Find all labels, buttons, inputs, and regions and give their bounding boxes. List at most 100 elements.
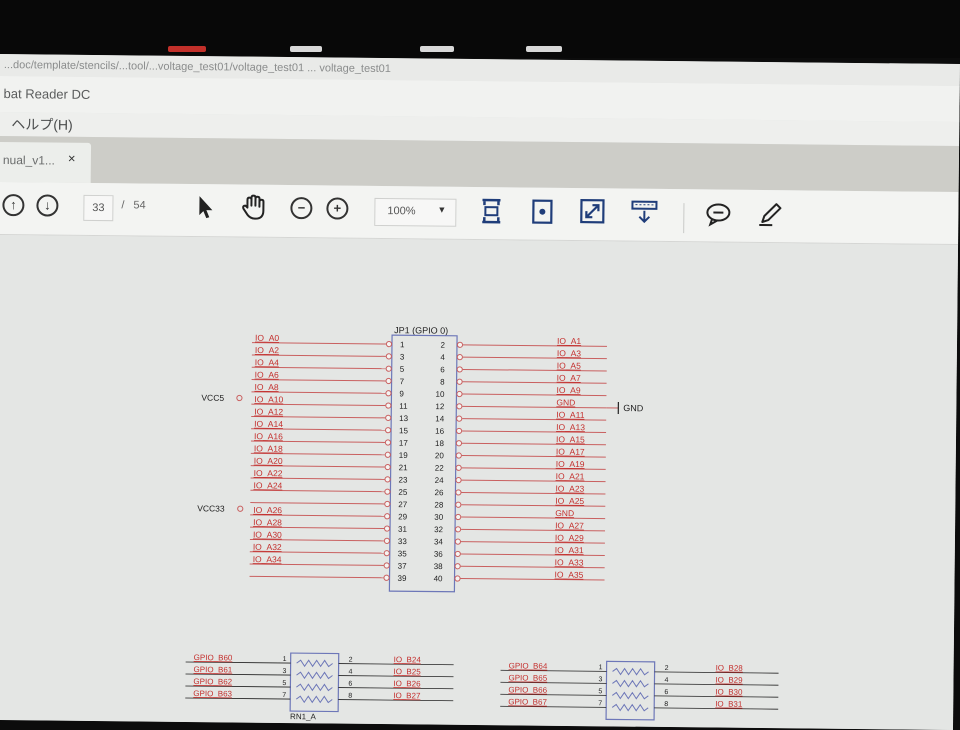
pin-terminal: [456, 514, 461, 519]
comment-icon: [704, 201, 732, 227]
resistor-icon: [297, 660, 333, 666]
tab-document[interactable]: nual_v1... ×: [0, 142, 91, 183]
rn-pin-number: 6: [664, 689, 668, 696]
net-label: IO_A30: [253, 529, 282, 539]
menu-help[interactable]: ヘルプ(H): [11, 114, 73, 135]
pin-terminal: [385, 514, 390, 519]
pin-terminal: [455, 576, 460, 581]
pin-terminal: [386, 378, 391, 383]
pin-wire: [463, 369, 607, 371]
monitor-led: [168, 46, 206, 52]
pin-terminal: [385, 428, 390, 433]
zoom-in-button[interactable]: +: [326, 197, 348, 219]
net-label: IO_A2: [255, 345, 279, 355]
scroll-mode-button[interactable]: [630, 199, 658, 225]
pin-terminal: [384, 563, 389, 568]
page-down-button[interactable]: ↓: [36, 194, 58, 216]
rn-pin-number: 2: [665, 665, 669, 672]
pin-number: 31: [398, 525, 408, 534]
pin-number: 8: [440, 378, 445, 387]
net-label: GND: [555, 508, 574, 518]
pin-number: 19: [399, 451, 409, 460]
pin-wire: [250, 503, 384, 504]
rn-output-label: IO_B26: [393, 679, 421, 688]
net-label: IO_A32: [253, 542, 282, 552]
pin-wire: [250, 576, 384, 577]
rn-output-label: IO_B31: [715, 700, 743, 709]
fullscreen-button[interactable]: [579, 198, 605, 224]
select-tool-button[interactable]: [194, 194, 216, 220]
rn-output-label: IO_B25: [394, 667, 422, 676]
pin-wire: [461, 517, 605, 519]
pin-terminal: [457, 391, 462, 396]
page-separator: /: [121, 199, 124, 211]
net-label: IO_A33: [555, 557, 584, 567]
tab-close-icon[interactable]: ×: [68, 151, 76, 166]
pin-number: 9: [399, 389, 404, 398]
rn-input-label: GPIO_B63: [193, 689, 232, 698]
pin-terminal: [386, 403, 391, 408]
net-label: IO_A20: [254, 456, 283, 466]
pin-terminal: [385, 464, 390, 469]
page-total: 54: [133, 199, 145, 211]
net-label: IO_A28: [253, 517, 282, 527]
power-terminal: [237, 395, 242, 400]
net-label: GND: [556, 397, 575, 407]
comment-button[interactable]: [704, 201, 732, 227]
pin-terminal: [385, 489, 390, 494]
rn-pin-number: 5: [598, 688, 602, 695]
rn-output-label: IO_B28: [716, 664, 744, 673]
highlight-button[interactable]: [756, 200, 784, 228]
power-terminal: [238, 506, 243, 511]
rn-input-label: GPIO_B62: [193, 677, 232, 686]
pin-number: 32: [434, 525, 444, 534]
net-label: IO_A5: [557, 360, 581, 370]
pin-number: 35: [398, 549, 408, 558]
pin-terminal: [386, 415, 391, 420]
pin-number: 16: [435, 427, 445, 436]
monitor-led: [526, 46, 562, 52]
rotate-button[interactable]: [530, 198, 554, 226]
net-label: IO_A19: [556, 459, 585, 469]
page-up-icon: ↑: [2, 194, 24, 216]
pin-number: 25: [398, 488, 408, 497]
net-label: IO_A31: [555, 545, 584, 555]
pin-terminal: [456, 477, 461, 482]
rn-pin-number: 7: [598, 700, 602, 707]
pin-number: 3: [400, 353, 405, 362]
net-label: IO_A10: [254, 394, 283, 404]
hand-tool-button[interactable]: [240, 194, 266, 222]
connector-title: JP1 (GPIO 0): [394, 325, 448, 336]
screen: ...doc/template/stencils/...tool/...volt…: [0, 54, 960, 730]
rn-input-label: GPIO_B61: [194, 665, 233, 674]
rn-output-label: IO_B30: [715, 688, 743, 697]
pin-terminal: [455, 551, 460, 556]
pin-number: 1: [400, 340, 405, 349]
pin-number: 21: [399, 463, 409, 472]
rn-pin-number: 3: [598, 676, 602, 683]
net-label: IO_A7: [557, 373, 581, 383]
net-label: IO_A24: [253, 480, 282, 490]
fit-page-button[interactable]: [478, 197, 504, 225]
zoom-select[interactable]: 100% ▼: [374, 198, 456, 227]
pin-wire: [463, 357, 607, 359]
highlight-pen-icon: [756, 200, 784, 228]
net-label: IO_A18: [254, 443, 283, 453]
pin-terminal: [384, 575, 389, 580]
pin-wire: [462, 419, 606, 421]
pin-number: 17: [399, 439, 409, 448]
scroll-mode-icon: [630, 199, 658, 225]
pin-terminal: [386, 341, 391, 346]
page-up-button[interactable]: ↑: [2, 194, 24, 216]
net-label: IO_A6: [255, 370, 279, 380]
pin-terminal: [385, 452, 390, 457]
pin-terminal: [386, 391, 391, 396]
pin-number: 37: [398, 562, 408, 571]
resistor-icon: [612, 680, 648, 686]
rn-output-label: IO_B27: [393, 691, 421, 700]
zoom-out-button[interactable]: −: [290, 197, 312, 219]
pin-number: 23: [399, 475, 409, 484]
page-number-input[interactable]: 33: [83, 195, 113, 221]
pin-terminal: [456, 453, 461, 458]
pin-terminal: [457, 367, 462, 372]
